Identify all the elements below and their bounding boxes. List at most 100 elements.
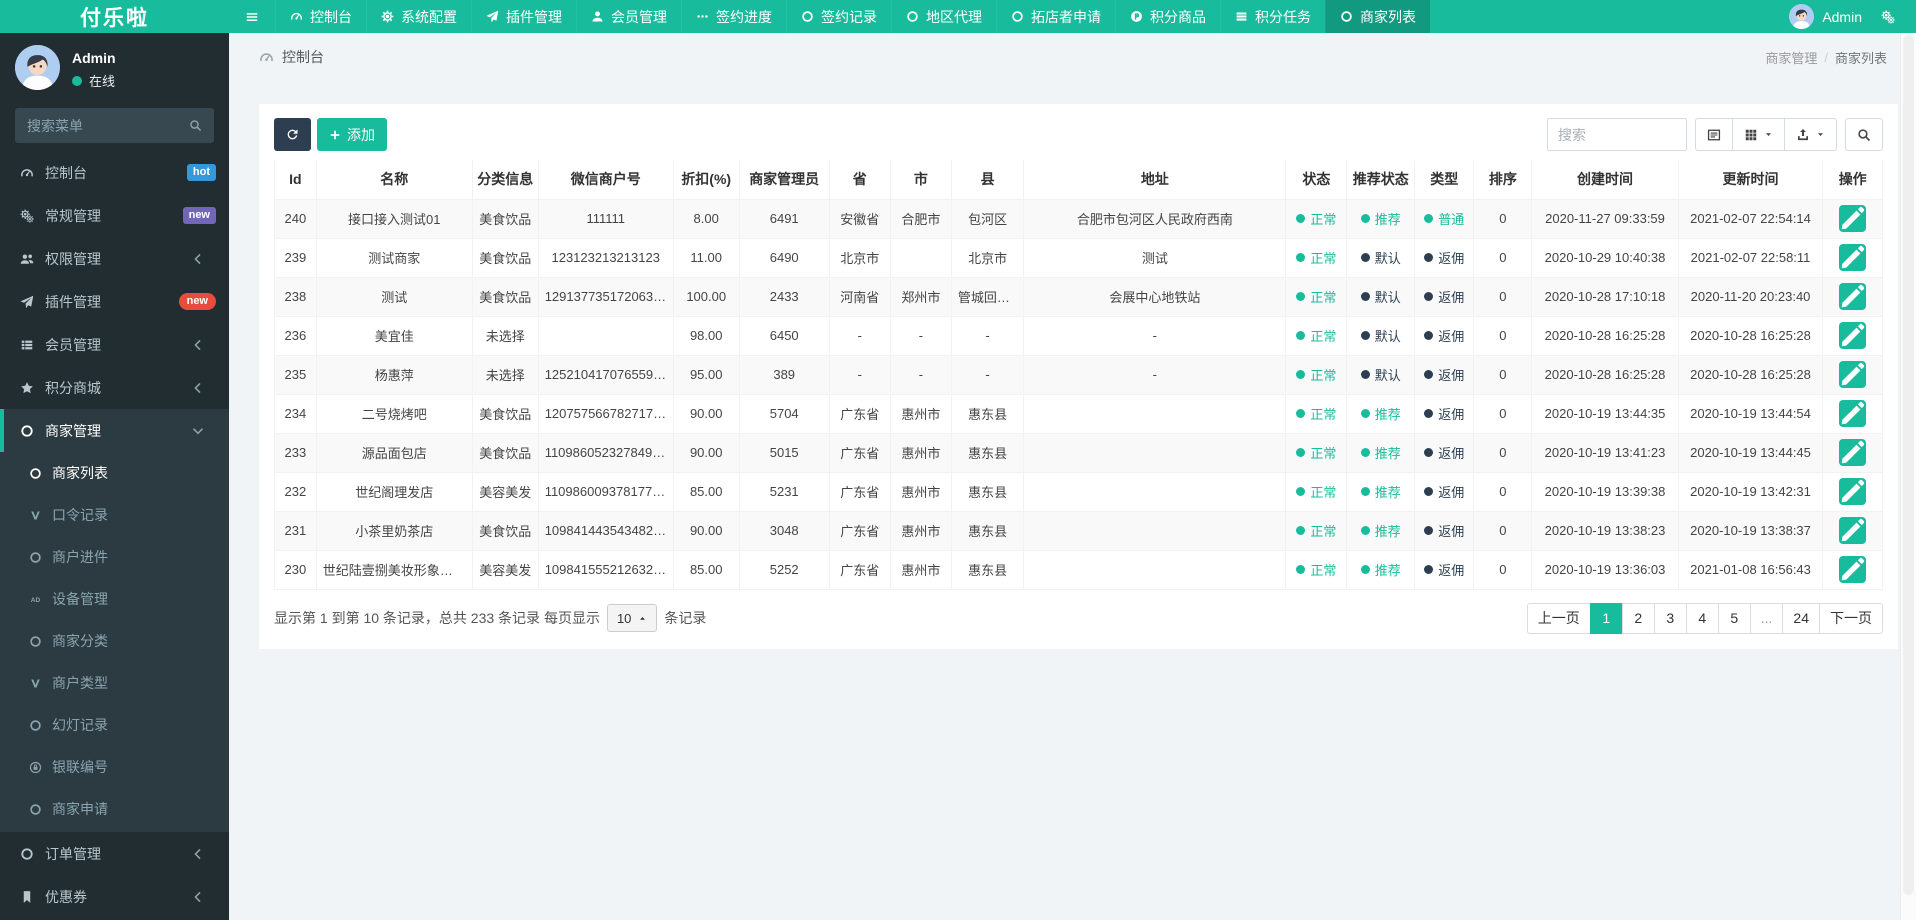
submenu-item[interactable]: 商家列表: [0, 452, 229, 494]
column-header[interactable]: 省: [828, 160, 891, 200]
table-cell: 240: [274, 198, 317, 239]
topnav-item[interactable]: 控制台: [275, 0, 366, 33]
table-cell: 111111: [537, 198, 674, 239]
breadcrumb-left[interactable]: 控制台: [259, 47, 324, 67]
edit-button[interactable]: [1839, 283, 1867, 310]
status-badge: 默认: [1360, 248, 1401, 267]
topnav-item[interactable]: 签约进度: [681, 0, 786, 33]
add-button[interactable]: 添加: [317, 118, 387, 151]
column-header[interactable]: 市: [889, 160, 952, 200]
scrollbar-thumb[interactable]: [1903, 35, 1914, 895]
status-badge: 正常: [1296, 560, 1336, 579]
edit-button[interactable]: [1839, 205, 1867, 232]
sidebar-item[interactable]: 优惠券: [0, 875, 229, 918]
column-header[interactable]: 操作: [1822, 160, 1883, 200]
search-icon: [1857, 128, 1871, 142]
edit-button[interactable]: [1839, 322, 1867, 349]
column-header[interactable]: 排序: [1473, 160, 1533, 200]
edit-button[interactable]: [1839, 400, 1867, 427]
th-view-button[interactable]: [1732, 118, 1785, 151]
search-button[interactable]: [1845, 118, 1883, 151]
submenu-item[interactable]: 商户进件: [0, 536, 229, 578]
table-search-input[interactable]: [1547, 118, 1687, 151]
edit-button[interactable]: [1839, 439, 1867, 466]
adn-icon: AD: [27, 593, 43, 606]
page-button[interactable]: 下一页: [1819, 602, 1883, 634]
page-button[interactable]: 上一页: [1526, 602, 1591, 634]
submenu-item[interactable]: 商家分类: [0, 620, 229, 662]
column-header[interactable]: 名称: [315, 160, 473, 200]
column-header[interactable]: 微信商户号: [537, 160, 674, 200]
column-header[interactable]: 推荐状态: [1346, 160, 1415, 200]
sidebar-item[interactable]: 积分商城: [0, 366, 229, 409]
sidebar-item[interactable]: 会员管理: [0, 323, 229, 366]
edit-button[interactable]: [1839, 244, 1867, 271]
table-cell: 美食饮品: [471, 276, 539, 317]
submenu-item[interactable]: AD 设备管理: [0, 578, 229, 620]
topnav-item[interactable]: 积分任务: [1220, 0, 1325, 33]
settings-button[interactable]: [1870, 10, 1906, 24]
column-header[interactable]: 折扣(%): [672, 160, 740, 200]
page-button[interactable]: 3: [1653, 602, 1687, 634]
submenu-item[interactable]: 口令记录: [0, 494, 229, 536]
table-cell: 杨惠萍: [315, 354, 473, 395]
page-button[interactable]: 5: [1717, 602, 1751, 634]
edit-button[interactable]: [1839, 478, 1867, 505]
tachometer-icon: [290, 10, 303, 23]
topnav-item[interactable]: 商家列表: [1325, 0, 1430, 33]
topnav-item[interactable]: 地区代理: [891, 0, 996, 33]
breadcrumb-parent[interactable]: 商家管理: [1765, 48, 1817, 67]
refresh-button[interactable]: [274, 118, 311, 151]
table-row: 230 世纪陆壹捌美妆形象设计店 美容美发 109841555212632065 85.…: [274, 549, 1883, 590]
detail-view-button[interactable]: [1695, 118, 1733, 151]
sidebar-search-input[interactable]: [27, 117, 189, 134]
submenu-item[interactable]: 商户类型: [0, 662, 229, 704]
sidebar-item[interactable]: 权限管理: [0, 237, 229, 280]
submenu-item[interactable]: 银联编号: [0, 746, 229, 788]
submenu-item[interactable]: 幻灯记录: [0, 704, 229, 746]
column-header[interactable]: 更新时间: [1677, 160, 1824, 200]
column-header[interactable]: 分类信息: [471, 160, 539, 200]
sidebar-item[interactable]: 控制台 hot: [0, 151, 229, 194]
page-size-select[interactable]: 10: [606, 604, 658, 632]
sidebar-item[interactable]: 常规管理 new: [0, 194, 229, 237]
topnav-item[interactable]: 会员管理: [576, 0, 681, 33]
column-header[interactable]: 商家管理员: [738, 160, 830, 200]
topnav-item[interactable]: 拓店者申请: [996, 0, 1115, 33]
page-button[interactable]: 2: [1621, 602, 1655, 634]
edit-button[interactable]: [1839, 517, 1867, 544]
status-dot-icon: [1360, 487, 1370, 496]
topnav-item[interactable]: 插件管理: [471, 0, 576, 33]
page-button[interactable]: 24: [1782, 602, 1820, 634]
column-header[interactable]: 县: [950, 160, 1025, 200]
topnav-item[interactable]: 积分商品: [1115, 0, 1220, 33]
column-header[interactable]: 类型: [1413, 160, 1475, 200]
sidebar-toggle-button[interactable]: [229, 0, 275, 33]
table-cell: 美宜佳: [315, 315, 473, 356]
user-menu[interactable]: Admin: [1789, 4, 1862, 29]
table-cell: -: [828, 315, 891, 356]
column-header[interactable]: 地址: [1023, 160, 1287, 200]
sidebar-item[interactable]: 商家管理: [0, 409, 229, 452]
topnav-item[interactable]: 签约记录: [786, 0, 891, 33]
page-button[interactable]: 1: [1589, 602, 1623, 634]
page-button[interactable]: 4: [1685, 602, 1719, 634]
status-dot-icon: [1296, 565, 1306, 574]
sidebar-item[interactable]: 插件管理 new: [0, 280, 229, 323]
table-cell: 2020-10-28 16:25:28: [1677, 315, 1824, 356]
sidebar-item[interactable]: 订单管理: [0, 832, 229, 875]
submenu-item[interactable]: 商家申请: [0, 788, 229, 830]
scrollbar[interactable]: [1900, 33, 1916, 920]
column-header[interactable]: 创建时间: [1531, 160, 1679, 200]
table-cell: 合肥市: [889, 198, 952, 239]
table-cell: 110986052327849985: [537, 432, 674, 473]
column-header[interactable]: 状态: [1285, 160, 1348, 200]
column-header[interactable]: Id: [274, 160, 317, 200]
table-row: 240 接口接入测试01 美食饮品 111111 8.00 6491 安徽省 合肥市 包河区 合肥…: [274, 198, 1883, 239]
topnav-item[interactable]: 系统配置: [366, 0, 471, 33]
edit-button[interactable]: [1839, 361, 1867, 388]
export-view-button[interactable]: [1784, 118, 1837, 151]
page-button[interactable]: ...: [1749, 602, 1784, 634]
brand-logo[interactable]: 付乐啦: [0, 0, 229, 33]
edit-button[interactable]: [1839, 556, 1867, 583]
